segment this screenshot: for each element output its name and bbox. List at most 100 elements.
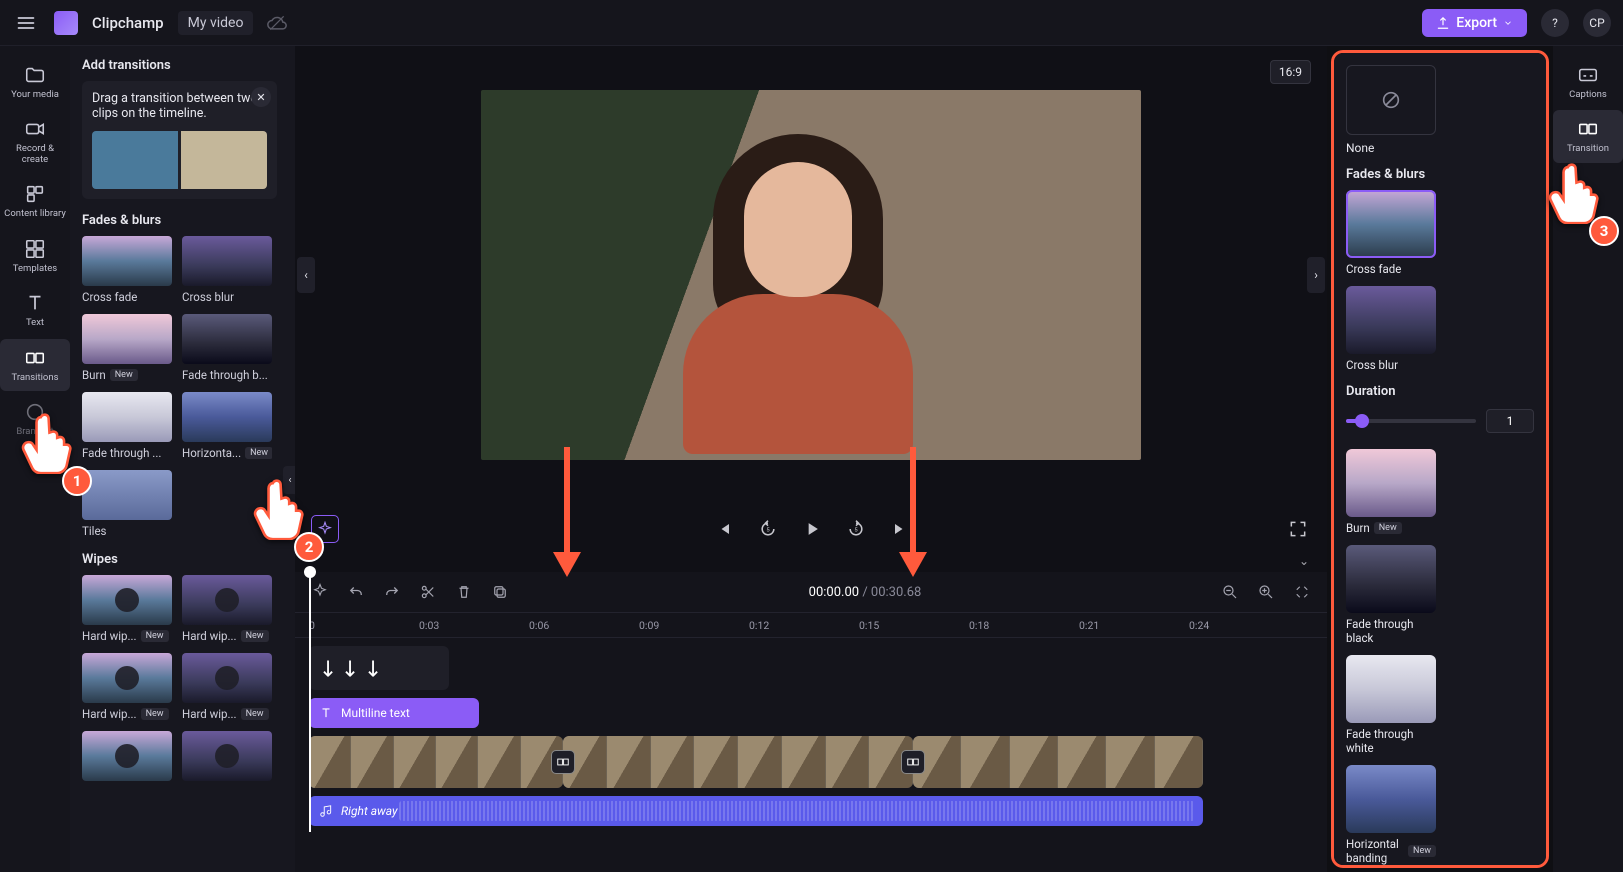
rail-your-media[interactable]: Your media [0, 56, 70, 108]
transition-thumb-fade-through-black[interactable]: Fade through b... [182, 314, 272, 382]
new-badge: New [141, 708, 169, 720]
camera-icon [24, 118, 46, 140]
rp-thumb-label: Horizontal bandingNew [1346, 837, 1436, 865]
ai-enhance-button[interactable] [311, 515, 339, 543]
transition-thumb-cross-fade[interactable]: Cross fade [82, 236, 172, 304]
menu-button[interactable] [12, 9, 40, 37]
new-badge: New [241, 708, 269, 720]
music-icon [319, 804, 333, 818]
cloud-sync-icon [267, 13, 287, 33]
skip-end-button[interactable] [887, 516, 913, 542]
video-clip-1[interactable] [309, 736, 563, 788]
export-button[interactable]: Export [1422, 9, 1527, 37]
forward-5s-button[interactable]: 5 [843, 516, 869, 542]
captions-icon [1577, 64, 1599, 86]
transition-thumb-hard-wipe-l[interactable]: Hard wip...New [82, 653, 172, 721]
brand-logo [54, 11, 78, 35]
transition-thumb-hard-wipe-ul[interactable]: Hard wip...New [182, 575, 272, 643]
rail-transition-right[interactable]: Transition [1553, 110, 1623, 162]
new-badge: New [110, 369, 138, 381]
copy-button[interactable] [489, 581, 511, 603]
aspect-ratio-button[interactable]: 16:9 [1270, 60, 1311, 84]
auto-enhance-button[interactable] [309, 581, 331, 603]
transition-thumb-burn[interactable]: BurnNew [82, 314, 172, 382]
brand-name: Clipchamp [92, 14, 164, 32]
thumb-label: Cross fade [82, 290, 172, 304]
transition-marker-1[interactable] [551, 750, 575, 774]
avatar[interactable]: CP [1583, 9, 1611, 37]
video-clip-2[interactable] [563, 736, 913, 788]
rail-transitions[interactable]: Transitions [0, 339, 70, 391]
stage: 16:9 ‹ › 5 5 [295, 46, 1327, 872]
zoom-in-button[interactable] [1255, 581, 1277, 603]
new-badge: New [141, 630, 169, 642]
transition-thumb-cross-blur[interactable]: Cross blur [182, 236, 272, 304]
preview-prev-button[interactable]: ‹ [297, 257, 315, 293]
rp-thumb-cross-blur[interactable]: Cross blur [1346, 286, 1436, 372]
undo-button[interactable] [345, 581, 367, 603]
tip-close-button[interactable]: ✕ [251, 87, 271, 107]
rail-templates[interactable]: Templates [0, 230, 70, 282]
ruler-tick: 0:21 [1079, 619, 1099, 632]
thumb-label: Hard wip...New [182, 707, 272, 721]
audio-clip[interactable]: Right away [309, 796, 1203, 826]
transition-marker-2[interactable] [901, 750, 925, 774]
split-button[interactable] [417, 581, 439, 603]
track-audio: Right away [309, 796, 1313, 826]
thumb-label: Hard wip...New [82, 629, 172, 643]
collapse-panel-button[interactable]: ‹ [283, 466, 295, 494]
rewind-5s-button[interactable]: 5 [755, 516, 781, 542]
skip-start-button[interactable] [711, 516, 737, 542]
thumb-label: Fade through b... [182, 368, 272, 382]
transition-none[interactable] [1346, 65, 1436, 135]
transition-thumb-hard-wipe-d[interactable] [82, 731, 172, 785]
rail-content-library[interactable]: Content library [0, 175, 70, 227]
rail-captions[interactable]: Captions [1553, 56, 1623, 108]
delete-button[interactable] [453, 581, 475, 603]
duration-slider[interactable] [1346, 419, 1476, 423]
text-clip-label: Multiline text [341, 706, 410, 720]
svg-text:5: 5 [854, 528, 858, 534]
fullscreen-button[interactable] [1285, 516, 1311, 542]
transition-thumb-fade-through-white[interactable]: Fade through ... [82, 392, 172, 460]
redo-button[interactable] [381, 581, 403, 603]
text-clip[interactable]: Multiline text [309, 698, 479, 728]
rp-thumb-cross-fade[interactable]: Cross fade [1346, 190, 1436, 276]
preview-next-button[interactable]: › [1307, 257, 1325, 293]
video-clip-3[interactable] [913, 736, 1203, 788]
timeline: 00:00.00 / 00:30.68 00:030:060:090:120:1… [295, 572, 1327, 872]
help-button[interactable]: ? [1541, 9, 1569, 37]
zoom-out-button[interactable] [1219, 581, 1241, 603]
graphic-clip[interactable]: ↙↙↙ [309, 646, 449, 690]
transition-thumb-horizontal-banding[interactable]: Horizonta...New [182, 392, 272, 460]
rail-text[interactable]: Text [0, 284, 70, 336]
zoom-fit-button[interactable] [1291, 581, 1313, 603]
rail-record-create[interactable]: Record & create [0, 110, 70, 173]
transition-thumb-hard-wipe-dl[interactable]: Hard wip...New [82, 575, 172, 643]
transition-thumb-tiles[interactable]: Tiles [82, 470, 172, 538]
transport-bar: 5 5 [295, 504, 1327, 554]
collapse-timeline-button[interactable]: ⌄ [1299, 554, 1309, 572]
transition-thumb-hard-wipe-r[interactable]: Hard wip...New [182, 653, 272, 721]
rail-brand-kit[interactable]: Brand kit [0, 393, 70, 445]
collapse-timeline-row: ⌄ [295, 554, 1327, 572]
fades-blurs-grid: Cross fade Cross blurBurnNew Fade through … [82, 236, 295, 538]
duration-input[interactable] [1486, 409, 1534, 433]
transition-icon [1577, 118, 1599, 140]
rp-thumb-burn[interactable]: BurnNew [1346, 449, 1436, 535]
duration-row [1346, 409, 1534, 433]
play-button[interactable] [799, 516, 825, 542]
playhead[interactable] [309, 572, 311, 832]
current-time: 00:00.00 [809, 585, 859, 600]
rp-row2: BurnNew Fade through black [1346, 449, 1534, 645]
rp-thumb-label: BurnNew [1346, 521, 1436, 535]
rp-thumb-horizontal-banding[interactable]: Horizontal bandingNew [1346, 765, 1436, 865]
rp-thumb-fade-through-black[interactable]: Fade through black [1346, 545, 1436, 645]
project-name-input[interactable]: My video [178, 11, 254, 35]
transition-thumb-hard-wipe-u[interactable] [182, 731, 272, 785]
none-icon [1380, 89, 1402, 111]
rp-thumb-fade-through-white[interactable]: Fade through white [1346, 655, 1436, 755]
preview-frame[interactable] [481, 90, 1141, 460]
ruler-tick: 0:09 [639, 619, 659, 632]
timeline-ruler[interactable]: 00:030:060:090:120:150:180:210:24 [295, 612, 1327, 638]
